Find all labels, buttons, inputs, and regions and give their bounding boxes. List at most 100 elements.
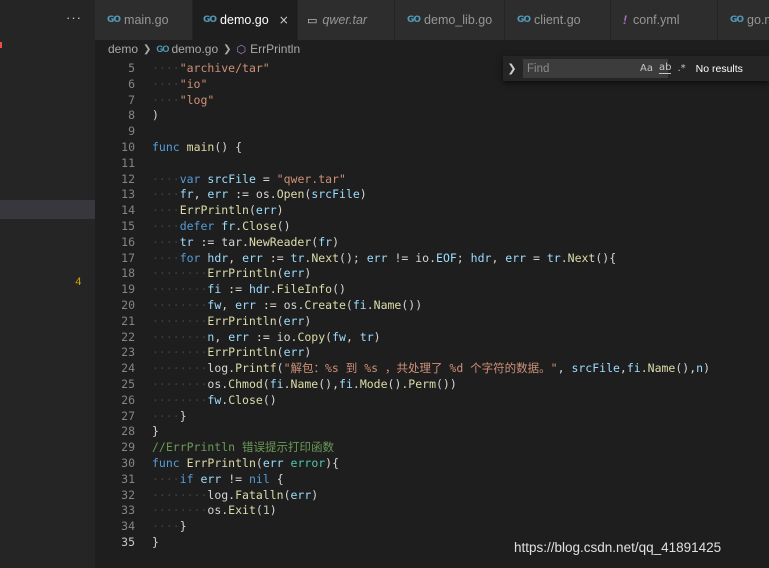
code-token: := xyxy=(248,329,277,344)
tab-qwer-tar[interactable]: ▭ qwer.tar xyxy=(298,0,395,40)
code-token: Close xyxy=(228,392,263,407)
code-token: } xyxy=(152,535,159,549)
tab-main-go[interactable]: GO main.go xyxy=(95,0,193,40)
code-token: ( xyxy=(255,503,263,518)
code-line[interactable]: ····"log" xyxy=(152,92,214,108)
line-number: 9 xyxy=(128,124,135,139)
code-token: fi xyxy=(269,377,284,391)
code-token: = xyxy=(526,250,547,265)
code-token: != xyxy=(387,250,416,265)
code-token: ) xyxy=(304,313,312,328)
code-line[interactable]: ········fw.Close() xyxy=(152,392,277,408)
code-line[interactable]: } xyxy=(152,423,159,439)
code-line[interactable]: //ErrPrintln 错误提示打印函数 xyxy=(152,439,334,455)
tab-conf-yml[interactable]: ! conf.yml xyxy=(611,0,718,40)
code-token: err xyxy=(283,313,305,328)
code-token: := xyxy=(221,282,249,297)
code-line[interactable]: ········fi := hdr.FileInfo() xyxy=(152,281,346,297)
line-number: 35 xyxy=(121,535,135,549)
code-token: err xyxy=(366,250,388,265)
breadcrumb-file[interactable]: demo.go xyxy=(171,42,218,56)
toggle-replace-icon[interactable]: ❯ xyxy=(505,62,519,75)
tab-demo-lib-go[interactable]: GO demo_lib.go xyxy=(395,0,505,40)
chevron-right-icon: ❯ xyxy=(223,43,232,55)
code-token: ( xyxy=(255,456,263,470)
code-line[interactable]: func ErrPrintln(err error){ xyxy=(152,455,339,471)
line-number: 18 xyxy=(121,266,135,281)
code-line[interactable]: func main() { xyxy=(152,139,242,155)
go-file-icon: GO xyxy=(517,15,531,25)
code-token: srcFile xyxy=(571,361,620,376)
code-token: . xyxy=(269,282,277,297)
code-editor[interactable]: 5 6 7 8 9 10 11 12 13 14 15 16 17 18 19 20 21 22 23 24 25 26 2… xyxy=(95,58,769,568)
code-token: . xyxy=(640,361,648,376)
code-line[interactable]: ····ErrPrintln(err) xyxy=(152,202,284,218)
code-token: ( xyxy=(276,361,284,376)
line-number: 12 xyxy=(121,171,135,186)
code-token: ) xyxy=(332,234,340,249)
tab-label: go.mod xyxy=(747,13,769,27)
code-token: "io" xyxy=(179,76,208,91)
code-line[interactable]: ····if err != nil { xyxy=(152,471,284,487)
code-line[interactable]: ) xyxy=(152,107,159,123)
code-token: Mode xyxy=(359,377,388,391)
code-token: "qwer.tar" xyxy=(276,171,346,186)
breadcrumb-folder[interactable]: demo xyxy=(108,42,138,56)
indent-guide: ········ xyxy=(152,282,208,297)
chevron-right-icon: ❯ xyxy=(143,43,152,55)
code-token: ) xyxy=(304,266,312,281)
code-line[interactable]: ········ErrPrintln(err) xyxy=(152,344,311,360)
indent-guide: ···· xyxy=(152,171,180,186)
indent-guide: ···· xyxy=(152,250,180,265)
code-line[interactable]: ····var srcFile = "qwer.tar" xyxy=(152,171,346,187)
code-line[interactable]: ········ErrPrintln(err) xyxy=(152,313,311,329)
code-token: . xyxy=(283,377,291,391)
code-token: err xyxy=(505,250,527,265)
code-line[interactable]: ········ErrPrintln(err) xyxy=(152,265,311,281)
explorer-selected-item[interactable] xyxy=(0,200,95,219)
code-line[interactable]: ········os.Exit(1) xyxy=(152,502,277,518)
line-number: 15 xyxy=(121,219,135,233)
indent-guide: ···· xyxy=(152,61,180,75)
code-line[interactable]: ····defer fr.Close() xyxy=(152,218,291,234)
tab-client-go[interactable]: GO client.go xyxy=(505,0,611,40)
code-line[interactable]: ····} xyxy=(152,518,187,534)
indent-guide: ···· xyxy=(152,203,180,218)
code-token: srcFile xyxy=(311,187,360,202)
code-line[interactable]: ····"io" xyxy=(152,76,207,92)
code-token: err xyxy=(200,471,222,486)
code-line[interactable]: ····fr, err := os.Open(srcFile) xyxy=(152,186,367,202)
code-token: "解包：%s 到 %s ，共处理了 %d 个字符的数据。" xyxy=(283,361,558,376)
code-line[interactable]: ····tr := tar.NewReader(fr) xyxy=(152,234,339,250)
more-actions-icon[interactable]: ··· xyxy=(66,10,82,25)
tab-label: demo_lib.go xyxy=(424,13,493,27)
error-marker xyxy=(0,42,2,48)
indent-guide: ········ xyxy=(152,377,208,391)
code-token: fr xyxy=(318,234,333,249)
code-token: fr xyxy=(221,219,236,233)
code-token: if xyxy=(179,471,194,486)
tab-go-mod[interactable]: GO go.mod xyxy=(718,0,769,40)
code-line[interactable]: ········log.Printf("解包：%s 到 %s ，共处理了 %d … xyxy=(152,360,710,376)
code-token: err xyxy=(235,298,256,312)
regex-icon[interactable]: .* xyxy=(677,63,685,74)
code-token: hdr xyxy=(248,282,270,297)
code-line[interactable]: ····} xyxy=(152,408,187,424)
breadcrumb-symbol[interactable]: ErrPrintln xyxy=(250,42,300,56)
code-line[interactable]: ········fw, err := os.Create(fi.Name()) xyxy=(152,297,422,313)
code-token: } xyxy=(152,424,159,439)
code-line[interactable]: ········os.Chmod(fi.Name(),fi.Mode().Per… xyxy=(152,376,457,392)
close-tab-icon[interactable]: × xyxy=(279,13,289,27)
code-line[interactable]: ········n, err := io.Copy(fw, tr) xyxy=(152,329,381,345)
code-token: := xyxy=(262,250,291,265)
code-line[interactable]: ····for hdr, err := tr.Next(); err != io… xyxy=(152,250,616,266)
code-token: os. xyxy=(207,377,229,391)
code-line[interactable]: ····"archive/tar" xyxy=(152,60,270,76)
match-whole-word-icon[interactable]: ab xyxy=(658,63,672,74)
match-case-icon[interactable]: Aa xyxy=(640,63,653,74)
line-number: 27 xyxy=(121,408,135,423)
tab-demo-go[interactable]: GO demo.go × xyxy=(193,0,298,40)
find-widget: ❯ Find Aa ab .* No results xyxy=(503,56,769,81)
code-line[interactable]: } xyxy=(152,534,159,550)
code-line[interactable]: ········log.Fatalln(err) xyxy=(152,487,318,503)
